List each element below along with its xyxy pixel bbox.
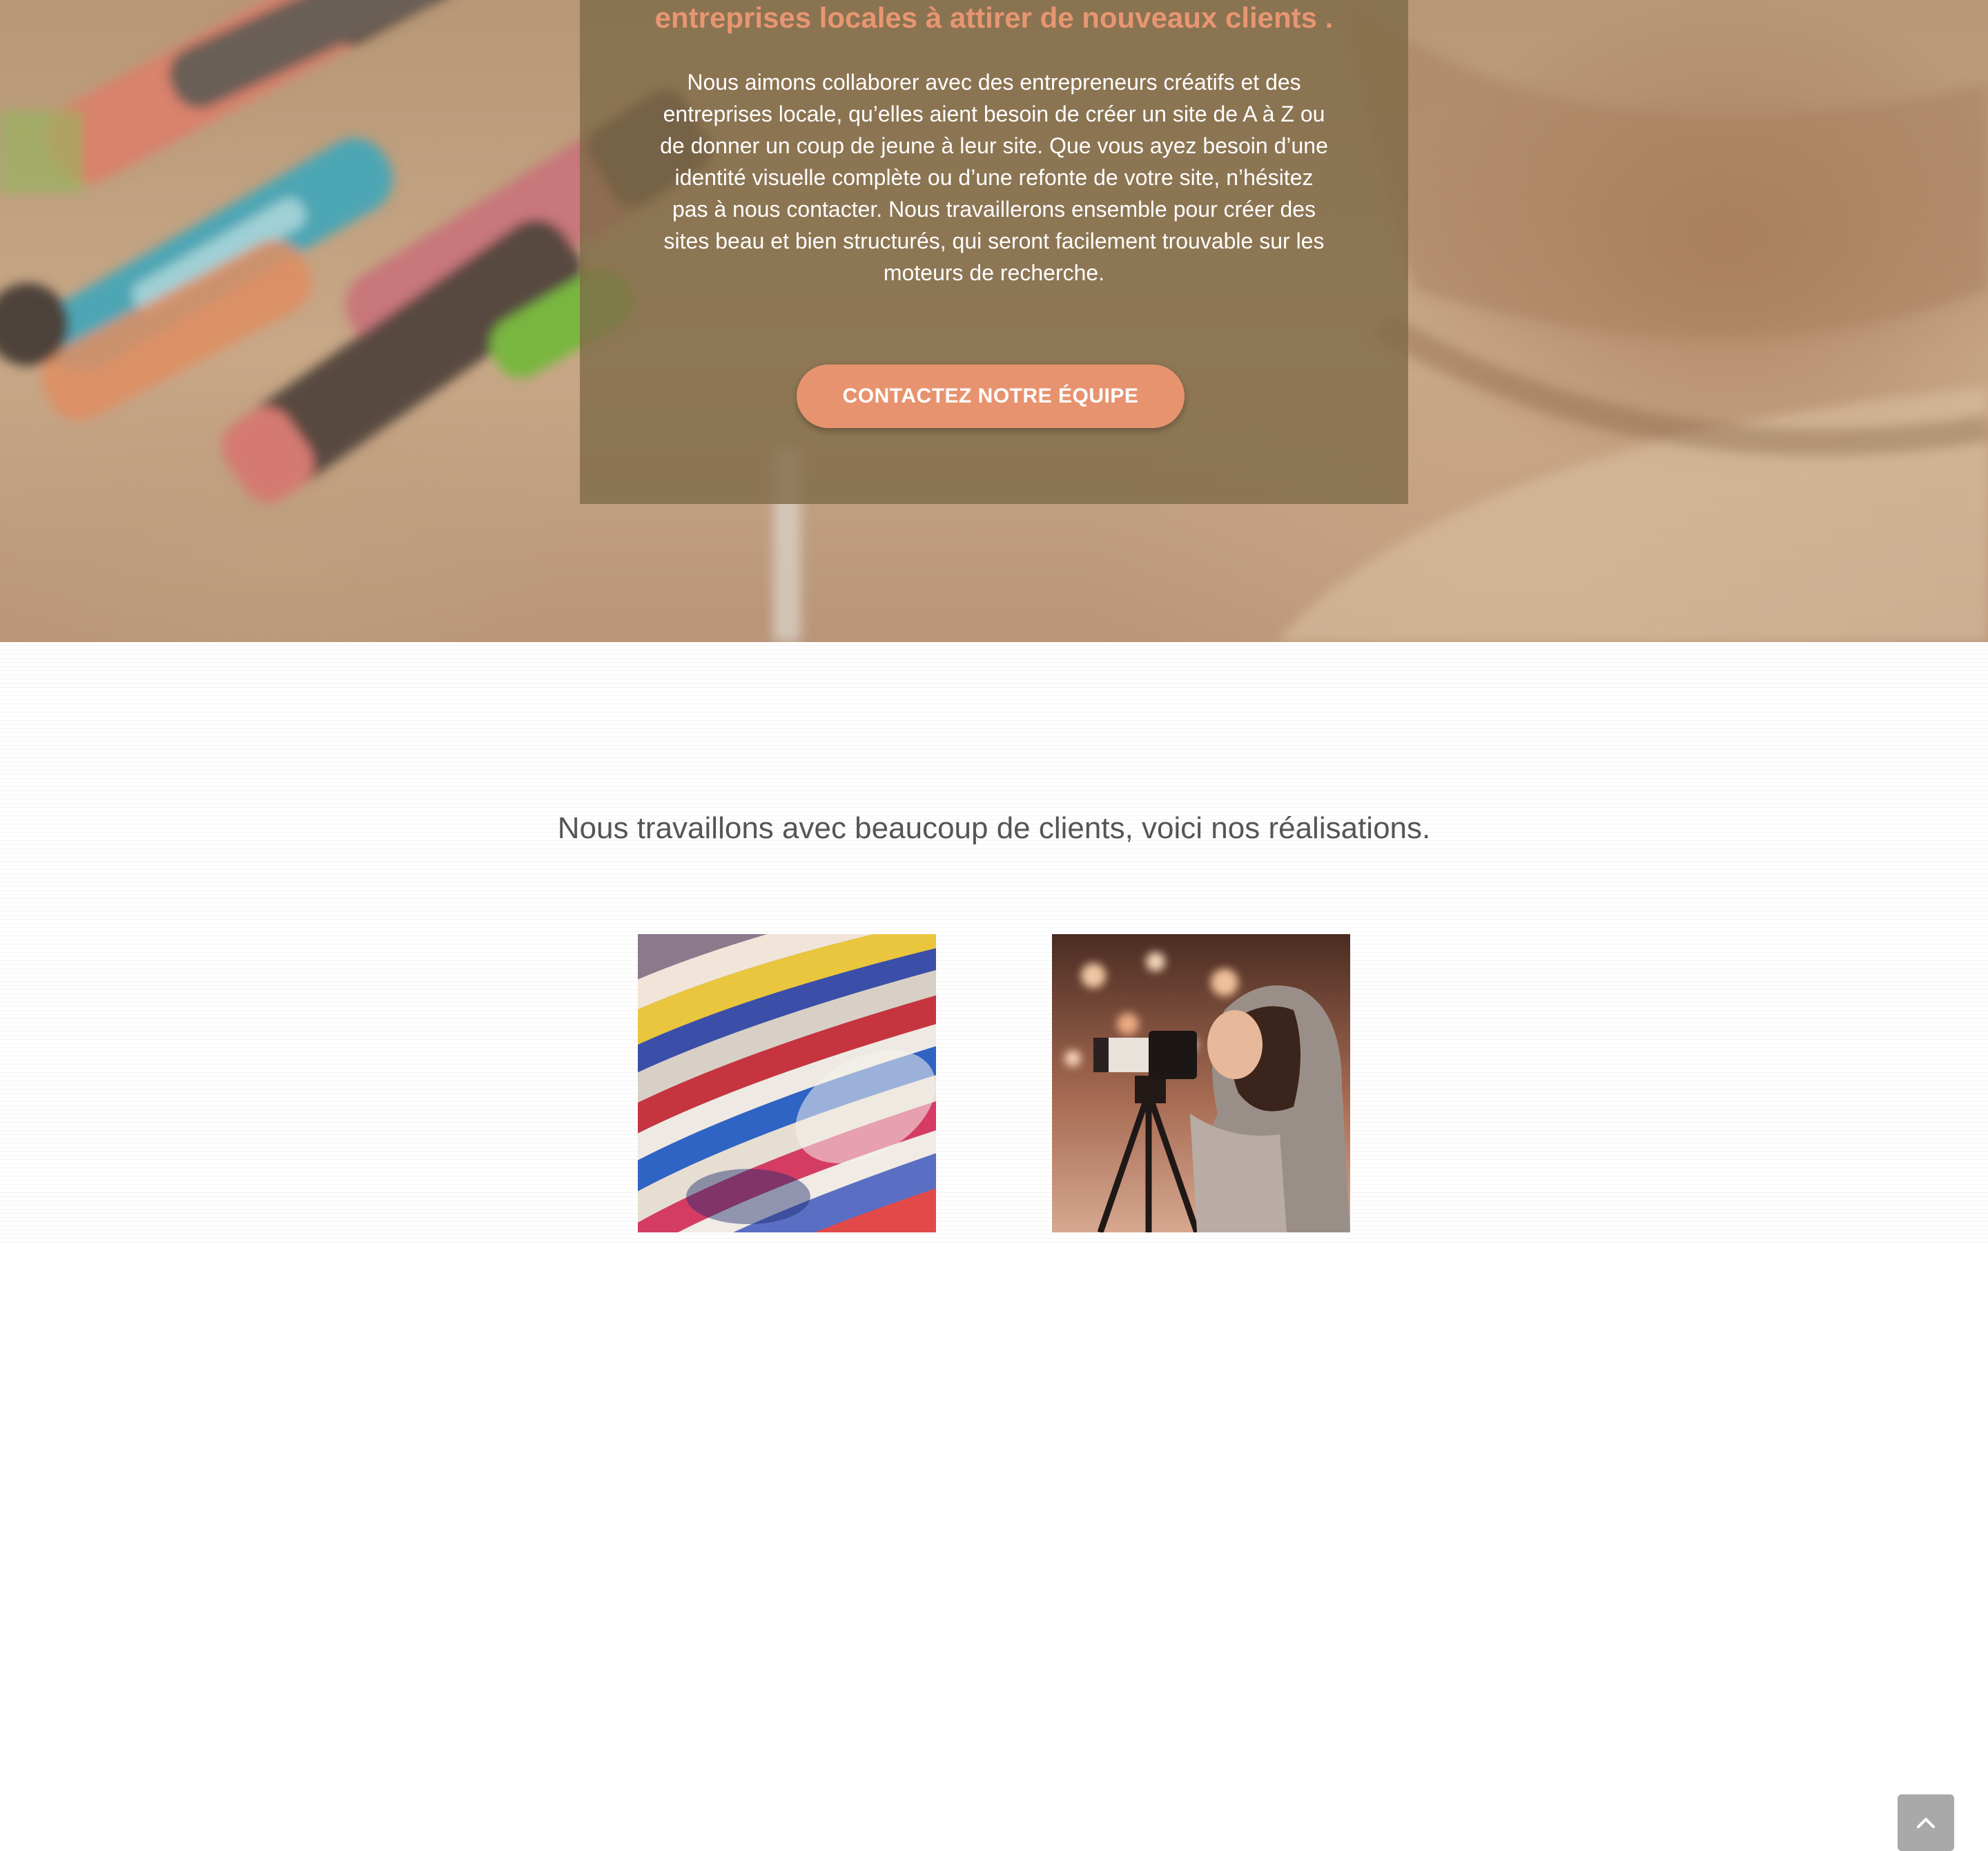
- contact-team-button[interactable]: CONTACTEZ NOTRE ÉQUIPE: [797, 365, 1185, 428]
- portfolio-item-photographer[interactable]: [1052, 934, 1350, 1232]
- chevron-up-icon: [1917, 1818, 1935, 1828]
- magazines-image: [638, 934, 936, 1232]
- hero-heading: entreprises locales à attirer de nouveau…: [654, 1, 1334, 34]
- portfolio-item-magazines[interactable]: [638, 934, 936, 1232]
- hero-section: entreprises locales à attirer de nouveau…: [0, 0, 1988, 642]
- hero-description: Nous aimons collaborer avec des entrepre…: [660, 70, 1328, 285]
- photographer-image: [1052, 934, 1350, 1232]
- back-to-top-button[interactable]: [1898, 1794, 1954, 1851]
- portfolio-title: Nous travaillons avec beaucoup de client…: [557, 811, 1431, 845]
- hero-content-card: entreprises locales à attirer de nouveau…: [580, 0, 1408, 504]
- portfolio-section: Nous travaillons avec beaucoup de client…: [0, 642, 1988, 1851]
